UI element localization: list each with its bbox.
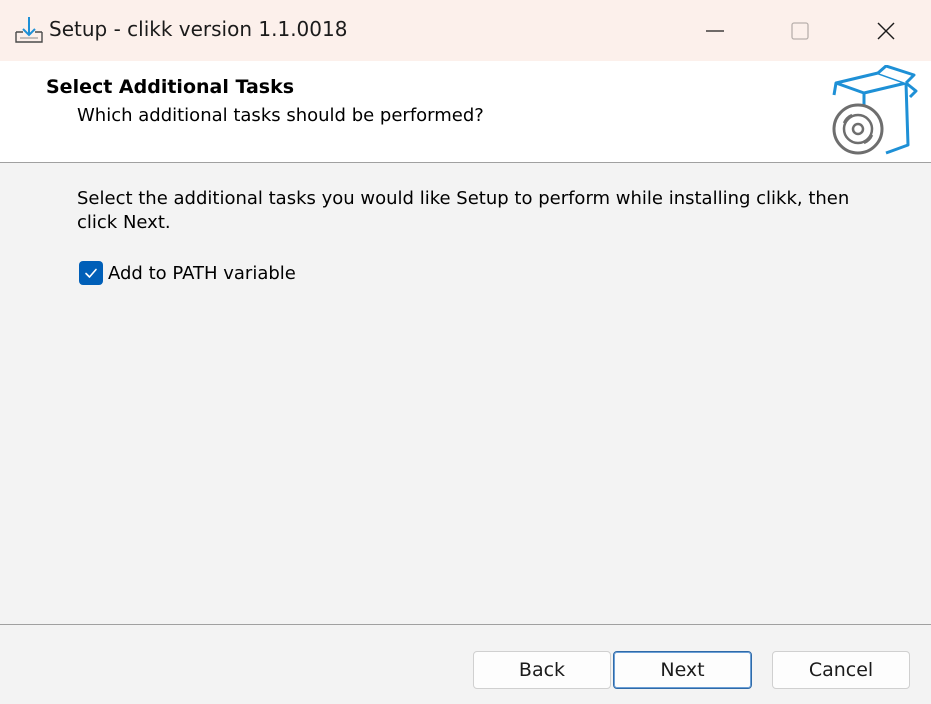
wizard-header: Select Additional Tasks Which additional… [0, 61, 931, 163]
page-subtitle: Which additional tasks should be perform… [77, 105, 484, 126]
minimize-button[interactable] [672, 0, 758, 61]
package-disc-icon [832, 65, 918, 155]
footer-divider [0, 624, 931, 625]
page-title: Select Additional Tasks [46, 76, 295, 98]
task-label[interactable]: Add to PATH variable [108, 263, 296, 284]
close-icon [877, 22, 895, 39]
minimize-icon [706, 29, 724, 32]
add-to-path-checkbox[interactable] [79, 261, 103, 285]
setup-window: Setup - clikk version 1.1.0018 Select Ad… [0, 0, 931, 704]
task-add-to-path[interactable]: Add to PATH variable [79, 260, 296, 286]
window-title: Setup - clikk version 1.1.0018 [49, 17, 348, 41]
close-button[interactable] [843, 0, 929, 61]
instructions-text: Select the additional tasks you would li… [77, 188, 850, 233]
maximize-button[interactable] [757, 0, 843, 61]
maximize-icon [791, 21, 809, 40]
title-bar[interactable]: Setup - clikk version 1.1.0018 [0, 0, 931, 61]
next-button[interactable]: Next [613, 651, 752, 689]
back-button[interactable]: Back [473, 651, 611, 689]
installer-download-icon [15, 17, 43, 43]
checkmark-icon [85, 268, 97, 278]
cancel-button[interactable]: Cancel [772, 651, 910, 689]
